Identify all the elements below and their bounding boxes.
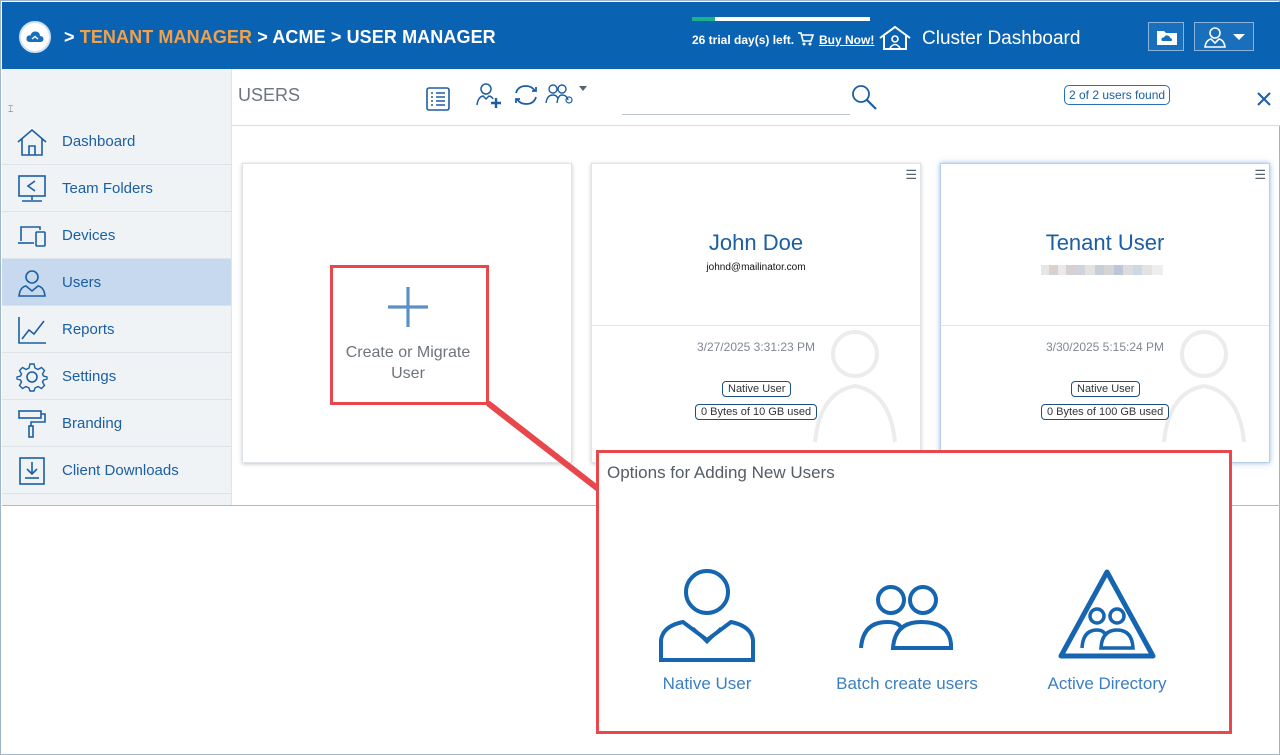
breadcrumb-tenant-manager[interactable]: TENANT MANAGER	[80, 27, 252, 47]
users-icon	[18, 270, 46, 297]
cluster-home-icon[interactable]	[878, 25, 912, 51]
sidebar-item-settings[interactable]: Settings	[2, 353, 231, 400]
sidebar-item-label: Dashboard	[62, 133, 136, 150]
list-view-icon[interactable]	[426, 87, 450, 111]
native-user-icon	[659, 569, 755, 662]
sidebar-item-label: Settings	[62, 368, 117, 385]
sidebar-item-devices[interactable]: Devices	[2, 212, 231, 259]
watermark-illustration-icon	[813, 330, 897, 443]
cloud-folder-icon	[1157, 31, 1177, 45]
user-created-date: 3/30/2025 5:15:24 PM	[1045, 340, 1165, 354]
user-email-redacted	[1041, 262, 1163, 275]
user-name: John Doe	[708, 230, 804, 255]
app-logo[interactable]	[19, 21, 51, 53]
collapse-icon[interactable]: ⌶	[8, 104, 13, 115]
user-profile-icon	[1204, 27, 1226, 48]
option-label: Active Directory	[1047, 674, 1167, 693]
buy-now-link[interactable]: Buy Now!	[819, 33, 874, 47]
cart-icon[interactable]	[797, 31, 815, 47]
sidebar-item-label: Devices	[62, 227, 116, 244]
breadcrumb-separator: >	[64, 27, 75, 47]
chevron-down-icon[interactable]	[579, 86, 587, 91]
card-menu-icon[interactable]: ☰	[1254, 167, 1266, 183]
sidebar-item-label: Client Downloads	[62, 462, 179, 479]
top-bar: > TENANT MANAGER > ACME > USER MANAGER 2…	[2, 2, 1280, 69]
users-found-badge: 2 of 2 users found	[1064, 85, 1171, 105]
trial-progress-fill	[692, 17, 716, 21]
home-icon	[17, 128, 47, 156]
storage-usage-badge: 0 Bytes of 10 GB used	[695, 404, 818, 420]
sidebar-item-client-downloads[interactable]: Client Downloads	[2, 447, 231, 494]
cloud-button[interactable]	[1148, 22, 1184, 51]
user-type-badge: Native User	[1071, 381, 1141, 397]
sidebar: ⌶ Dashboard Team Folders Devices Users R…	[2, 69, 232, 505]
option-batch-create-users[interactable]: Batch create users	[807, 568, 1007, 728]
breadcrumb-separator: >	[330, 27, 342, 47]
breadcrumb-user-manager: USER MANAGER	[346, 27, 496, 47]
sidebar-item-dashboard[interactable]: Dashboard	[2, 118, 231, 165]
user-name: Tenant User	[1045, 230, 1165, 255]
option-active-directory[interactable]: Active Directory	[1007, 568, 1207, 728]
page-title: USERS	[238, 85, 301, 105]
batch-users-icon	[859, 585, 953, 650]
breadcrumb-separator: >	[257, 27, 268, 47]
download-icon	[19, 457, 45, 485]
devices-icon	[18, 226, 46, 247]
team-folder-icon	[18, 175, 46, 202]
storage-usage-badge: 0 Bytes of 100 GB used	[1041, 404, 1170, 420]
card-menu-icon[interactable]: ☰	[905, 167, 917, 183]
sidebar-item-reports[interactable]: Reports	[2, 306, 231, 353]
close-icon[interactable]	[1254, 89, 1274, 109]
sidebar-item-users[interactable]: Users	[2, 259, 231, 306]
sidebar-item-label: Team Folders	[62, 180, 153, 197]
sidebar-item-label: Users	[62, 274, 102, 291]
option-label: Native User	[662, 674, 752, 693]
sidebar-item-branding[interactable]: Branding	[2, 400, 231, 447]
trial-days-text: 26 trial day(s) left.	[692, 33, 795, 47]
add-user-options-panel: Options for Adding New Users Native User…	[596, 450, 1232, 734]
option-native-user[interactable]: Native User	[607, 568, 807, 728]
cluster-dashboard-link[interactable]: Cluster Dashboard	[922, 28, 1080, 50]
user-groups-icon[interactable]	[545, 83, 575, 105]
sidebar-item-label: Reports	[62, 321, 115, 338]
add-user-icon[interactable]	[475, 81, 503, 109]
paint-roller-icon	[18, 410, 46, 438]
active-directory-icon	[1058, 569, 1156, 659]
gear-icon	[16, 363, 48, 392]
watermark-illustration-icon	[1162, 330, 1246, 443]
sidebar-item-label: Branding	[62, 415, 123, 432]
user-type-badge: Native User	[722, 381, 792, 397]
users-toolbar: USERS 2 of 2 users found	[232, 69, 1280, 126]
option-label: Batch create users	[836, 674, 978, 693]
user-card[interactable]: ☰ Tenant User 3/30/2025 5:15:24 PM Nativ…	[940, 163, 1270, 463]
sync-icon[interactable]	[513, 83, 539, 107]
reports-icon	[18, 317, 46, 344]
sidebar-item-team-folders[interactable]: Team Folders	[2, 165, 231, 212]
chevron-down-icon	[1233, 34, 1245, 40]
breadcrumb: > TENANT MANAGER > ACME > USER MANAGER	[64, 27, 496, 48]
search-icon[interactable]	[850, 83, 878, 111]
search-input[interactable]	[622, 89, 850, 115]
profile-menu-button[interactable]	[1194, 22, 1254, 51]
trial-progress-bar	[692, 17, 870, 21]
options-title: Options for Adding New Users	[607, 463, 835, 482]
highlight-box-create-user	[330, 265, 489, 405]
user-created-date: 3/27/2025 3:31:23 PM	[696, 340, 816, 354]
breadcrumb-acme[interactable]: ACME	[272, 27, 325, 47]
user-email: johnd@mailinator.com	[706, 262, 806, 273]
app-frame: > TENANT MANAGER > ACME > USER MANAGER 2…	[0, 0, 1280, 755]
